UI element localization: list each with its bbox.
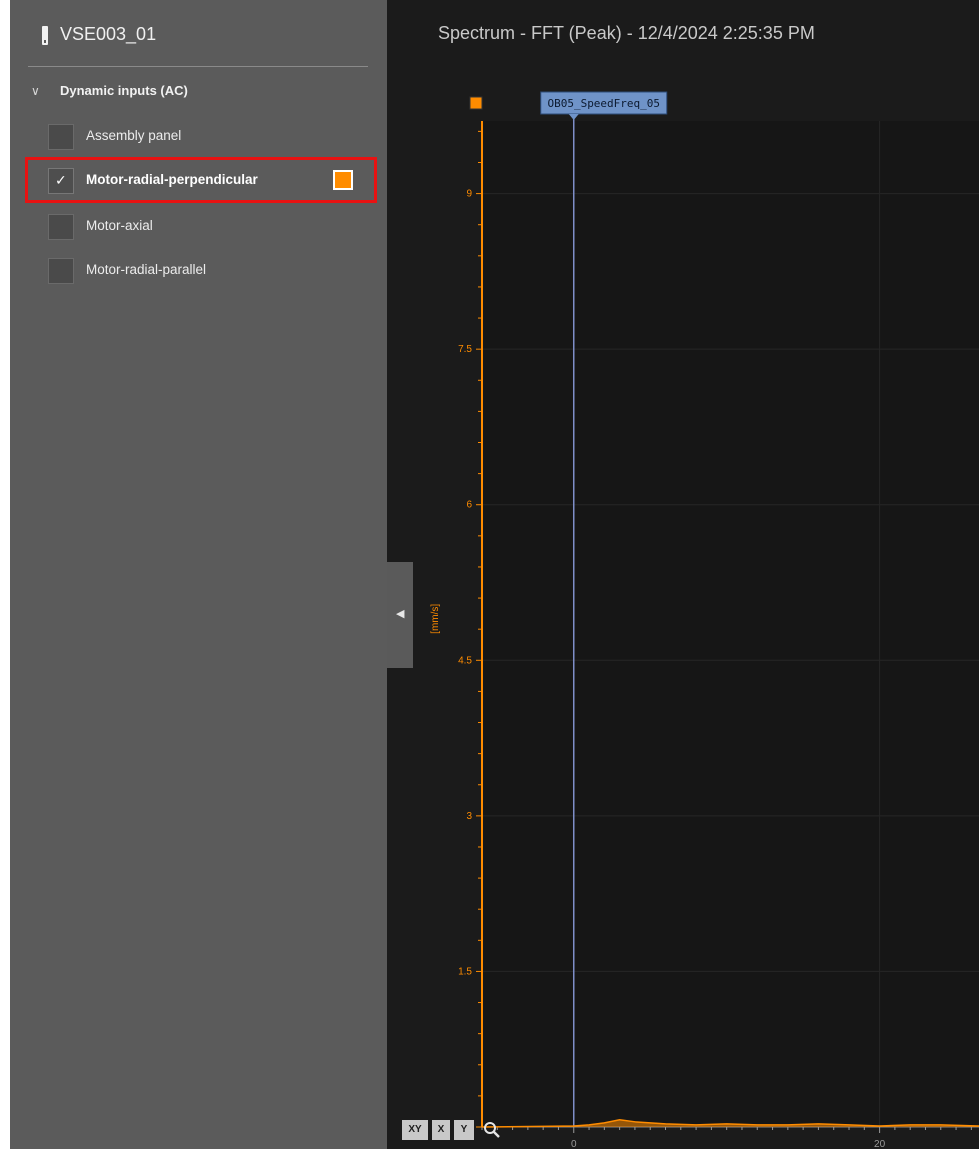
channel-item-motor-radial-parallel[interactable]: Motor-radial-parallel bbox=[48, 256, 378, 284]
y-tick-label: 1.5 bbox=[458, 966, 472, 977]
checkmark-icon: ✓ bbox=[55, 172, 67, 188]
channel-item-motor-axial[interactable]: Motor-axial bbox=[48, 212, 378, 240]
chevron-down-icon: ∨ bbox=[31, 84, 40, 98]
checkbox[interactable] bbox=[48, 124, 74, 150]
channel-label: Motor-radial-perpendicular bbox=[86, 172, 258, 187]
spectrum-chart[interactable]: 01.534.567.59[mm/s]020OB05_SpeedFreq_05 bbox=[387, 0, 979, 1149]
y-tick-label: 3 bbox=[466, 811, 472, 822]
chart-panel: Spectrum - FFT (Peak) - 12/4/2024 2:25:3… bbox=[387, 0, 979, 1149]
y-tick-label: 6 bbox=[466, 500, 472, 511]
magnifier-icon[interactable] bbox=[482, 1120, 502, 1140]
y-tick-label: 9 bbox=[466, 189, 472, 200]
y-tick-label: 4.5 bbox=[458, 655, 472, 666]
zoom-y-button[interactable]: Y bbox=[454, 1120, 474, 1140]
sidebar: VSE003_01 ∨ Dynamic inputs (AC) Assembly… bbox=[10, 0, 387, 1149]
channel-label: Motor-axial bbox=[86, 218, 153, 233]
plot-area bbox=[482, 121, 979, 1127]
y-tick-label: 7.5 bbox=[458, 344, 472, 355]
y-axis-title: [mm/s] bbox=[430, 604, 441, 634]
group-label: Dynamic inputs (AC) bbox=[60, 83, 188, 98]
checkbox[interactable]: ✓ bbox=[48, 168, 74, 194]
chevron-left-icon: ◀ bbox=[396, 608, 405, 620]
cursor-label-pointer bbox=[568, 114, 579, 120]
zoom-xy-button[interactable]: XY bbox=[402, 1120, 428, 1140]
group-header-dynamic-inputs[interactable]: ∨ Dynamic inputs (AC) bbox=[28, 82, 368, 102]
cursor-label: OB05_SpeedFreq_05 bbox=[547, 97, 660, 110]
channel-label: Assembly panel bbox=[86, 128, 182, 143]
channel-label: Motor-radial-parallel bbox=[86, 262, 207, 277]
app-window: VSE003_01 ∨ Dynamic inputs (AC) Assembly… bbox=[10, 0, 979, 1149]
checkbox[interactable] bbox=[48, 214, 74, 240]
channel-item-assembly-panel[interactable]: Assembly panel bbox=[48, 122, 378, 150]
device-name: VSE003_01 bbox=[60, 24, 157, 44]
x-tick-label: 20 bbox=[874, 1139, 886, 1149]
x-tick-label: 0 bbox=[571, 1139, 577, 1149]
device-icon bbox=[42, 26, 48, 45]
sidebar-divider bbox=[28, 66, 368, 67]
zoom-x-button[interactable]: X bbox=[432, 1120, 450, 1140]
series-color-swatch[interactable] bbox=[333, 170, 353, 190]
checkbox[interactable] bbox=[48, 258, 74, 284]
device-header: VSE003_01 bbox=[10, 0, 387, 70]
channel-item-motor-radial-perpendicular[interactable]: ✓ Motor-radial-perpendicular bbox=[48, 166, 378, 194]
collapse-sidebar-button[interactable]: ◀ bbox=[387, 562, 413, 668]
series-marker[interactable] bbox=[469, 96, 483, 110]
